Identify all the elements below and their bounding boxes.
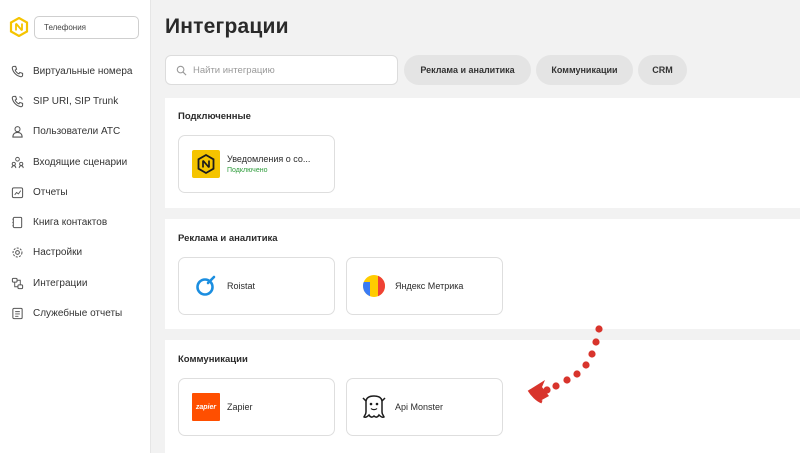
gear-icon (11, 246, 24, 259)
sidebar-item-label: Настройки (33, 247, 83, 259)
section-connected: Подключенные Уведомления о со... Подключ… (165, 98, 800, 208)
integrations-icon (11, 277, 24, 290)
sidebar-item-label: Служебные отчеты (33, 308, 123, 320)
zapier-logo-icon: zapier (192, 393, 220, 421)
sidebar-item-label: Виртуальные номера (33, 65, 133, 77)
user-icon (11, 125, 24, 138)
sidebar-item-integrations[interactable]: Интеграции (0, 268, 151, 298)
integration-name: Api Monster (395, 402, 444, 412)
filter-chip-communications[interactable]: Коммуникации (536, 55, 633, 85)
brand-logo-icon[interactable] (9, 16, 29, 38)
annotation-arrow-icon (527, 325, 603, 404)
sidebar-item-label: Пользователи АТС (33, 126, 121, 138)
phone-icon (11, 65, 24, 78)
sidebar-item-incoming-scenarios[interactable]: Входящие сценарии (0, 147, 151, 177)
sip-phone-icon (11, 95, 24, 108)
users-scenario-icon (11, 156, 24, 169)
section-title: Коммуникации (178, 354, 248, 365)
integration-name: Roistat (227, 281, 256, 291)
notifications-logo-icon (192, 150, 220, 178)
sidebar-item-settings[interactable]: Настройки (0, 238, 151, 268)
filter-chip-ads[interactable]: Реклама и аналитика (404, 55, 531, 85)
contacts-book-icon (11, 216, 24, 229)
integration-card-zapier[interactable]: zapier Zapier (178, 378, 335, 436)
section-title: Реклама и аналитика (178, 233, 278, 244)
sidebar: Телефония Виртуальные номера SIP URI, SI… (0, 0, 151, 453)
roistat-logo-icon (192, 272, 220, 300)
sidebar-item-service-reports[interactable]: Служебные отчеты (0, 298, 151, 328)
integration-card-api-monster[interactable]: Api Monster (346, 378, 503, 436)
sidebar-item-pbx-users[interactable]: Пользователи АТС (0, 117, 151, 147)
zapier-logo-text: zapier (195, 403, 217, 411)
product-select[interactable]: Телефония (34, 16, 139, 39)
sidebar-item-label: Отчеты (33, 186, 68, 198)
sidebar-item-reports[interactable]: Отчеты (0, 177, 151, 207)
api-monster-logo-icon (360, 393, 388, 421)
sidebar-item-contacts-book[interactable]: Книга контактов (0, 207, 151, 237)
integration-card-notifications[interactable]: Уведомления о со... Подключено (178, 135, 335, 193)
sidebar-item-label: Книга контактов (33, 217, 108, 229)
service-report-icon (11, 307, 24, 320)
filter-chip-crm[interactable]: CRM (638, 55, 687, 85)
integration-card-roistat[interactable]: Roistat (178, 257, 335, 315)
section-communications: Коммуникации zapier Zapier Api Monster (165, 340, 800, 453)
search-box[interactable] (165, 55, 398, 85)
search-input[interactable] (193, 64, 383, 76)
sidebar-nav: Виртуальные номера SIP URI, SIP Trunk По… (0, 56, 151, 329)
report-icon (11, 186, 24, 199)
page-title: Интеграции (165, 15, 289, 38)
sidebar-item-label: Интеграции (33, 277, 88, 289)
integration-name: Яндекс Метрика (395, 281, 464, 291)
sidebar-item-sip[interactable]: SIP URI, SIP Trunk (0, 86, 151, 116)
section-ads-analytics: Реклама и аналитика Roistat Яндекс Метри… (165, 219, 800, 329)
yandex-metrika-logo-icon (360, 272, 388, 300)
search-icon (176, 65, 187, 75)
integration-name: Уведомления о со... (227, 154, 311, 164)
sidebar-item-label: SIP URI, SIP Trunk (33, 95, 119, 107)
sidebar-item-virtual-numbers[interactable]: Виртуальные номера (0, 56, 151, 86)
sidebar-item-label: Входящие сценарии (33, 156, 128, 168)
integration-card-yandex-metrika[interactable]: Яндекс Метрика (346, 257, 503, 315)
integration-name: Zapier (227, 402, 253, 412)
connection-status: Подключено (227, 167, 268, 174)
section-title: Подключенные (178, 111, 251, 122)
